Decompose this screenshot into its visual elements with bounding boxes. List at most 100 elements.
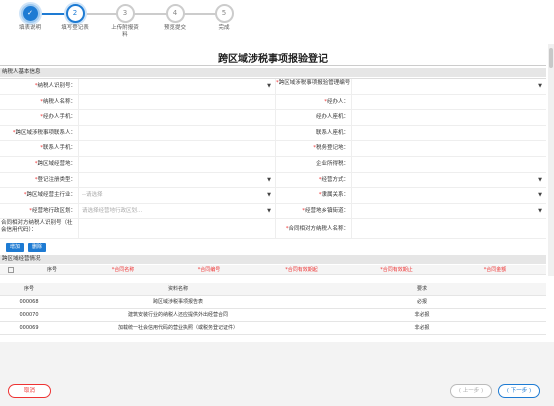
column-header: 资料名称 [167,286,188,292]
handler-mobile-field[interactable] [78,110,276,125]
row-buttons: 增加 删除 [0,243,47,254]
scrollbar-thumb[interactable] [549,48,553,68]
attachments-table: 序号 资料名称 要求 000068 跨区域涉税事项报告表 必报 000070 建… [0,283,546,335]
step-label: 上传附报资料 [111,25,139,38]
handler-mobile-label: *经办人手机： [40,114,76,121]
divider [0,65,546,66]
step-number: 5 [214,4,234,23]
cross-region-label: *跨区域经营地： [34,160,76,167]
form-row: *跨区域经营主行业： --请选择 ▼ *隶属关系： ▼ [0,188,546,204]
mgmt-no-select[interactable]: ▼ [351,79,546,94]
income-tax-field[interactable] [351,156,546,172]
select-all-checkbox[interactable] [8,266,14,273]
prev-button[interactable]: ( 上一步 ) [450,384,492,398]
taxpayer-id-select[interactable]: ▼ [78,79,276,94]
row-id: 000070 [19,312,39,318]
income-tax-label: 企业所得税： [315,160,349,167]
column-header: *合同金额 [483,267,507,273]
tax-reg-place-field[interactable] [351,141,546,156]
form-row: *经营地行政区划： 请选择经营地行政区划... ▼ *经营地乡镇街道： ▼ [0,203,546,220]
row-requirement: 非必报 [414,325,430,331]
form-row: *纳税人识别号： ▼ *跨区域涉税事项报验管理编号： ▼ [0,79,546,95]
chevron-down-icon: ▼ [538,207,542,214]
chevron-down-icon: ▼ [267,207,271,214]
page: ✓ 填表说明 2 填写登记表 3 上传附报资料 4 预览提交 5 完成 跨区域涉税事项报验… [0,0,554,406]
biz-mode-select[interactable]: ▼ [351,172,546,188]
handler-phone-label: 经办人座机： [315,114,349,121]
section-basic-info: 纳税人基本信息 [0,68,546,77]
handler-phone-field[interactable] [351,110,546,125]
affiliation-select[interactable]: ▼ [351,188,546,203]
handler-field[interactable] [351,94,546,110]
contact-phone-label: 联系人座机： [315,129,349,136]
column-header: *合同名称 [111,267,135,273]
admin-division-label: *经营地行政区划： [29,207,76,214]
row-id: 000069 [19,325,39,331]
contact-field[interactable] [78,125,276,141]
table-row: 000068 跨区域涉税事项报告表 必报 [0,296,546,309]
counterparty-id-field[interactable] [78,219,276,239]
row-requirement: 必报 [416,299,427,305]
column-header: *合同有效期起 [285,267,318,273]
reg-type-select[interactable]: ▼ [78,172,276,188]
contact-label: *跨区域涉税事项联系人： [12,129,76,136]
step-5: 5 完成 [194,4,254,32]
affiliation-label: *隶属关系： [318,192,349,199]
form-row: *经办人手机： 经办人座机： [0,110,546,126]
row-requirement: 非必报 [414,312,430,318]
delete-button[interactable]: 删除 [28,243,47,252]
taxpayer-id-label: *纳税人识别号： [34,83,76,89]
counterparty-id-label: 合同相对方纳税人识别号（社会信用代码）： [1,220,73,234]
step-number: 3 [115,4,135,23]
column-header: 要求 [416,286,427,292]
contact-mobile-field[interactable] [78,141,276,156]
operations-table: 序号 *合同名称 *合同编号 *合同有效期起 *合同有效期止 *合同金额 [0,265,546,275]
chevron-down-icon: ▼ [267,176,271,183]
progress-steps: ✓ 填表说明 2 填写登记表 3 上传附报资料 4 预览提交 5 完成 [0,0,554,44]
check-icon: ✓ [20,4,40,23]
column-header: 序号 [46,267,57,273]
row-name: 跨区域涉税事项报告表 [152,299,203,305]
reg-type-label: *登记注册类型： [34,176,76,183]
form-row: *跨区域涉税事项联系人： 联系人座机： [0,125,546,142]
select-all-cell [0,265,22,274]
chevron-down-icon: ▼ [538,83,542,89]
chevron-down-icon: ▼ [538,192,542,199]
registration-form: *纳税人识别号： ▼ *跨区域涉税事项报验管理编号： ▼ *纳税人名称： *经办… [0,78,546,240]
industry-select[interactable]: --请选择 ▼ [78,188,276,203]
form-row: *登记注册类型： ▼ *经营方式： ▼ [0,172,546,189]
form-row: *跨区域经营地： 企业所得税： [0,156,546,173]
step-number: 2 [65,4,85,23]
taxpayer-name-field[interactable] [78,94,276,110]
row-name: 加载统一社会信用代码的营业执照（或税务登记证件） [117,325,238,331]
form-row: 合同相对方纳税人识别号（社会信用代码）： *合同相对方纳税人名称： [0,219,546,240]
contact-phone-field[interactable] [351,125,546,141]
scrollbar[interactable] [548,44,554,276]
table-row: 000069 加载统一社会信用代码的营业执照（或税务登记证件） 非必报 [0,322,546,335]
step-number: 4 [165,4,185,23]
mgmt-no-label: *跨区域涉税事项报验管理编号： [276,80,356,86]
chevron-down-icon: ▼ [538,176,542,183]
column-header: 序号 [23,286,34,292]
cross-region-field[interactable] [78,156,276,172]
admin-division-select[interactable]: 请选择经营地行政区划... ▼ [78,203,276,219]
chevron-down-icon: ▼ [267,192,271,199]
chevron-down-icon: ▼ [267,83,271,89]
street-label: *经营地乡镇街道： [302,207,349,214]
add-button[interactable]: 增加 [6,243,25,252]
handler-label: *经办人： [324,98,349,105]
counterparty-name-field[interactable] [351,219,546,239]
next-button[interactable]: ( 下一步 ) [498,384,540,398]
table-row: 000070 建筑安装行业的纳税人还应提供外出经营合同 非必报 [0,309,546,322]
table-header: 序号 资料名称 要求 [0,283,546,296]
taxpayer-name-label: *纳税人名称： [40,98,76,105]
row-name: 建筑安装行业的纳税人还应提供外出经营合同 [127,312,228,318]
industry-label: *跨区域经营主行业： [23,192,76,199]
table-header: 序号 *合同名称 *合同编号 *合同有效期起 *合同有效期止 *合同金额 [0,265,546,275]
contact-mobile-label: *联系人手机： [40,145,76,152]
biz-mode-label: *经营方式： [318,176,349,183]
street-select[interactable]: ▼ [351,203,546,219]
cancel-button[interactable]: 取消 [8,384,51,398]
page-title: 跨区域涉税事项报验登记 [218,54,328,65]
form-row: *联系人手机： *税务登记地： [0,141,546,157]
